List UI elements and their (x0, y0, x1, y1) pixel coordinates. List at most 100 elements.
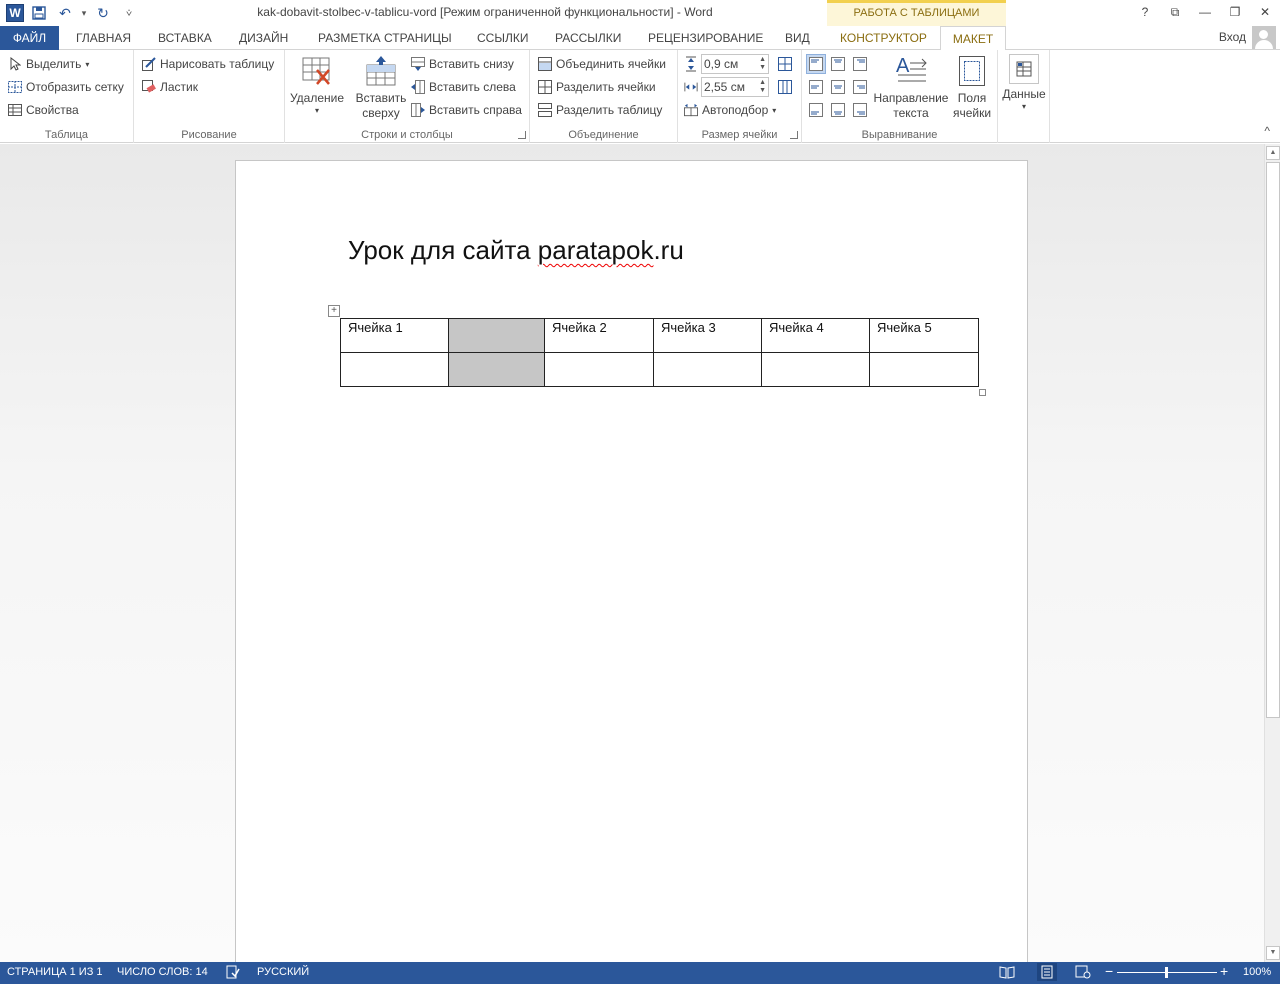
insert-above-button[interactable]: Вставить сверху (351, 54, 411, 121)
tab-review[interactable]: РЕЦЕНЗИРОВАНИЕ (648, 26, 763, 50)
align-middle-right-icon[interactable] (850, 77, 870, 97)
tab-view[interactable]: ВИД (785, 26, 810, 50)
insert-left-button[interactable]: Вставить слева (411, 77, 516, 97)
group-table: Выделить ▾ Отобразить сетку Свойства Таб… (0, 50, 134, 143)
table-cell[interactable] (869, 352, 979, 387)
table-resize-handle[interactable] (979, 389, 986, 396)
tab-file[interactable]: ФАЙЛ (0, 26, 59, 50)
cell-margins-icon (955, 54, 989, 88)
align-top-left-icon[interactable] (806, 54, 826, 74)
align-bottom-center-icon[interactable] (828, 100, 848, 120)
table-cell[interactable]: Ячейка 5 (869, 318, 979, 353)
group-draw: Нарисовать таблицу Ластик Рисование (134, 50, 285, 143)
document-heading[interactable]: Урок для сайта paratapok.ru (348, 235, 684, 266)
select-button[interactable]: Выделить ▾ (8, 54, 89, 74)
eraser-button[interactable]: Ластик (142, 77, 198, 97)
table-cell[interactable] (761, 352, 870, 387)
pencil-table-icon (142, 57, 156, 71)
autofit-button[interactable]: Автоподбор ▾ (684, 100, 776, 120)
properties-button[interactable]: Свойства (8, 100, 79, 120)
table-cell[interactable]: Ячейка 4 (761, 318, 870, 353)
group-data: Данные ▾ (998, 50, 1050, 143)
insert-above-label-line1: Вставить (355, 91, 407, 105)
align-bottom-right-icon[interactable] (850, 100, 870, 120)
table-cell[interactable]: Ячейка 1 (340, 318, 449, 353)
autofit-label: Автоподбор (702, 103, 769, 117)
zoom-out-button[interactable]: − (1105, 963, 1113, 979)
merge-cells-button[interactable]: Объединить ячейки (538, 54, 666, 74)
word-count[interactable]: ЧИСЛО СЛОВ: 14 (117, 966, 208, 978)
align-top-center-icon[interactable] (828, 54, 848, 74)
insert-right-button[interactable]: Вставить справа (411, 100, 522, 120)
column-width-control: 2,55 см ▲ ▼ (684, 77, 792, 97)
table-cell[interactable] (653, 352, 762, 387)
language[interactable]: РУССКИЙ (257, 966, 309, 978)
split-cells-button[interactable]: Разделить ячейки (538, 77, 656, 97)
scroll-thumb[interactable] (1266, 162, 1280, 718)
minimize-button[interactable]: — (1190, 0, 1220, 24)
group-rows-columns-label: Строки и столбцы (361, 129, 453, 141)
scroll-up-icon[interactable]: ▲ (1266, 146, 1280, 160)
print-layout-icon[interactable] (1037, 963, 1057, 981)
table-cell[interactable]: Ячейка 2 (544, 318, 654, 353)
delete-dropdown-icon: ▾ (314, 106, 319, 115)
ribbon-display-options-button[interactable]: ⧉ (1160, 0, 1190, 24)
tab-page-layout[interactable]: РАЗМЕТКА СТРАНИЦЫ (318, 26, 452, 50)
align-top-right-icon[interactable] (850, 54, 870, 74)
data-dropdown-icon: ▾ (1021, 102, 1026, 111)
table-move-handle-icon[interactable]: + (328, 305, 340, 317)
distribute-rows-icon[interactable] (778, 57, 792, 71)
align-middle-left-icon[interactable] (806, 77, 826, 97)
maximize-button[interactable]: ❐ (1220, 0, 1250, 24)
distribute-columns-icon[interactable] (778, 80, 792, 94)
page-count[interactable]: СТРАНИЦА 1 ИЗ 1 (7, 966, 103, 978)
spin-arrows-icon[interactable]: ▲ ▼ (759, 56, 766, 72)
delete-button[interactable]: Удаление ▾ (289, 54, 345, 116)
table-cell[interactable] (544, 352, 654, 387)
misspelled-word[interactable]: paratapok (538, 235, 654, 265)
proofing-icon[interactable] (226, 965, 240, 982)
data-button[interactable]: Данные ▾ (1002, 54, 1046, 112)
properties-label: Свойства (26, 103, 79, 117)
cell-size-launcher-icon[interactable] (790, 131, 798, 139)
table-cell-selected[interactable] (448, 318, 545, 353)
table-cell-selected[interactable] (448, 352, 545, 387)
scroll-down-icon[interactable]: ▼ (1266, 946, 1280, 960)
collapse-ribbon-icon[interactable]: ^ (1264, 124, 1270, 138)
tab-design[interactable]: ДИЗАЙН (239, 26, 288, 50)
table-cell[interactable] (340, 352, 449, 387)
tab-table-layout[interactable]: МАКЕТ (940, 26, 1006, 51)
split-table-button[interactable]: Разделить таблицу (538, 100, 662, 120)
sign-in-link[interactable]: Вход (1219, 30, 1246, 44)
row-height-input[interactable]: 0,9 см ▲ ▼ (701, 54, 769, 74)
split-table-icon (538, 103, 552, 117)
avatar[interactable] (1252, 26, 1276, 49)
show-grid-button[interactable]: Отобразить сетку (8, 77, 124, 97)
spin-arrows-icon[interactable]: ▲ ▼ (759, 79, 766, 95)
cell-margins-button[interactable]: Поля ячейки (948, 54, 996, 121)
tab-mailings[interactable]: РАССЫЛКИ (555, 26, 621, 50)
draw-table-button[interactable]: Нарисовать таблицу (142, 54, 274, 74)
column-width-input[interactable]: 2,55 см ▲ ▼ (701, 77, 769, 97)
close-button[interactable]: ✕ (1250, 0, 1280, 24)
tab-references[interactable]: ССЫЛКИ (477, 26, 528, 50)
zoom-in-button[interactable]: + (1220, 963, 1228, 979)
align-middle-center-icon[interactable] (828, 77, 848, 97)
read-mode-icon[interactable] (999, 965, 1015, 982)
align-bottom-left-icon[interactable] (806, 100, 826, 120)
table-cell[interactable]: Ячейка 3 (653, 318, 762, 353)
help-button[interactable]: ? (1130, 0, 1160, 24)
tab-table-design[interactable]: КОНСТРУКТОР (840, 26, 927, 50)
text-direction-button[interactable]: A Направление текста (872, 54, 950, 121)
zoom-level[interactable]: 100% (1243, 966, 1271, 978)
zoom-slider-thumb[interactable] (1165, 967, 1168, 978)
eraser-icon (142, 80, 156, 94)
web-layout-icon[interactable] (1075, 965, 1091, 982)
cell-margins-label-line2: ячейки (952, 106, 992, 120)
vertical-scrollbar[interactable]: ▲ ▼ (1264, 144, 1280, 962)
tab-insert[interactable]: ВСТАВКА (158, 26, 212, 50)
insert-below-button[interactable]: Вставить снизу (411, 54, 514, 74)
tab-home[interactable]: ГЛАВНАЯ (76, 26, 131, 50)
group-rows-columns: Удаление ▾ Вставить сверху Вставить сниз… (285, 50, 530, 143)
rows-columns-launcher-icon[interactable] (518, 131, 526, 139)
